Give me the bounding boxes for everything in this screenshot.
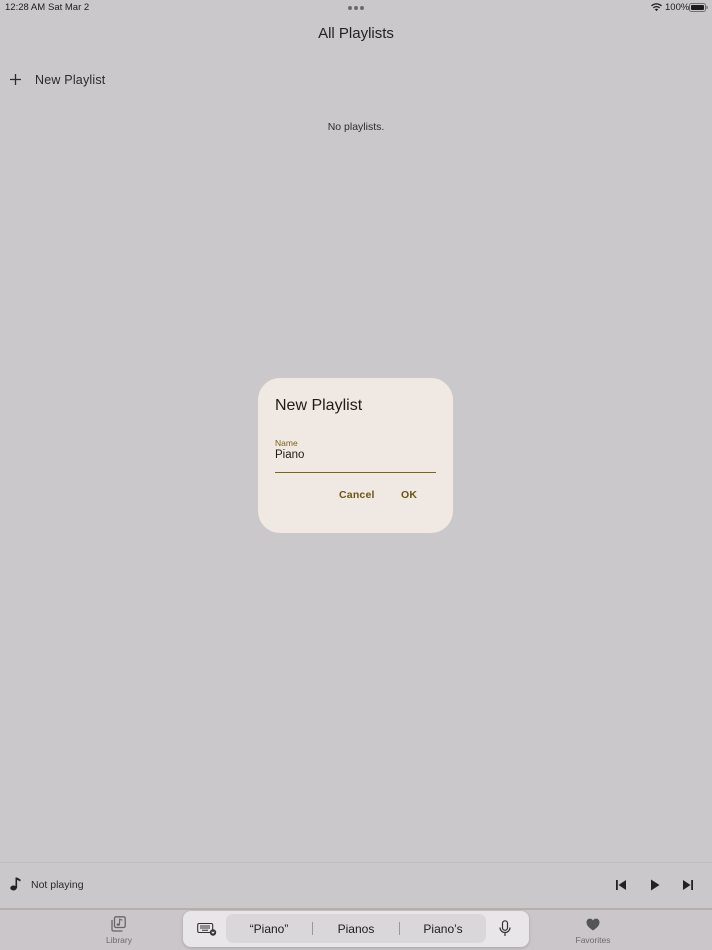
- tab-library[interactable]: Library: [104, 935, 134, 945]
- play-icon[interactable]: [650, 879, 660, 891]
- empty-state-text: No playlists.: [327, 121, 385, 133]
- name-field-label: Name: [275, 438, 298, 448]
- tab-favorites[interactable]: Favorites: [573, 935, 613, 945]
- now-playing-divider: [0, 862, 712, 863]
- status-date: Sat Mar 2: [48, 2, 90, 13]
- plus-icon: [10, 74, 21, 85]
- keyboard-icon[interactable]: [197, 922, 217, 936]
- music-note-icon: [10, 877, 21, 891]
- now-playing-label: Not playing: [31, 879, 84, 891]
- new-playlist-dialog: New Playlist Name Piano Cancel OK: [258, 378, 453, 533]
- suggestion-item[interactable]: Piano’s: [403, 922, 483, 936]
- new-playlist-label: New Playlist: [35, 73, 106, 87]
- heart-icon[interactable]: [586, 918, 600, 931]
- suggestion-item[interactable]: Pianos: [316, 922, 396, 936]
- ok-button[interactable]: OK: [401, 489, 417, 501]
- name-field-value[interactable]: Piano: [275, 449, 304, 461]
- name-field[interactable]: Name Piano: [275, 436, 436, 473]
- skip-previous-icon[interactable]: [615, 879, 627, 891]
- suggestion-item[interactable]: “Piano”: [230, 922, 308, 936]
- status-time: 12:28 AM: [5, 2, 46, 13]
- wifi-icon: [651, 3, 662, 12]
- new-playlist-button[interactable]: New Playlist: [0, 66, 240, 94]
- battery-percent: 100%: [665, 2, 690, 13]
- microphone-icon[interactable]: [499, 920, 511, 937]
- suggestion-divider: [399, 922, 400, 935]
- library-icon[interactable]: [111, 916, 126, 932]
- multitasking-dots-icon[interactable]: [348, 6, 364, 10]
- battery-icon: [689, 3, 708, 12]
- skip-next-icon[interactable]: [682, 879, 694, 891]
- page-title: All Playlists: [318, 25, 394, 42]
- dialog-title: New Playlist: [275, 397, 363, 414]
- suggestion-divider: [312, 922, 313, 935]
- cancel-button[interactable]: Cancel: [339, 489, 375, 501]
